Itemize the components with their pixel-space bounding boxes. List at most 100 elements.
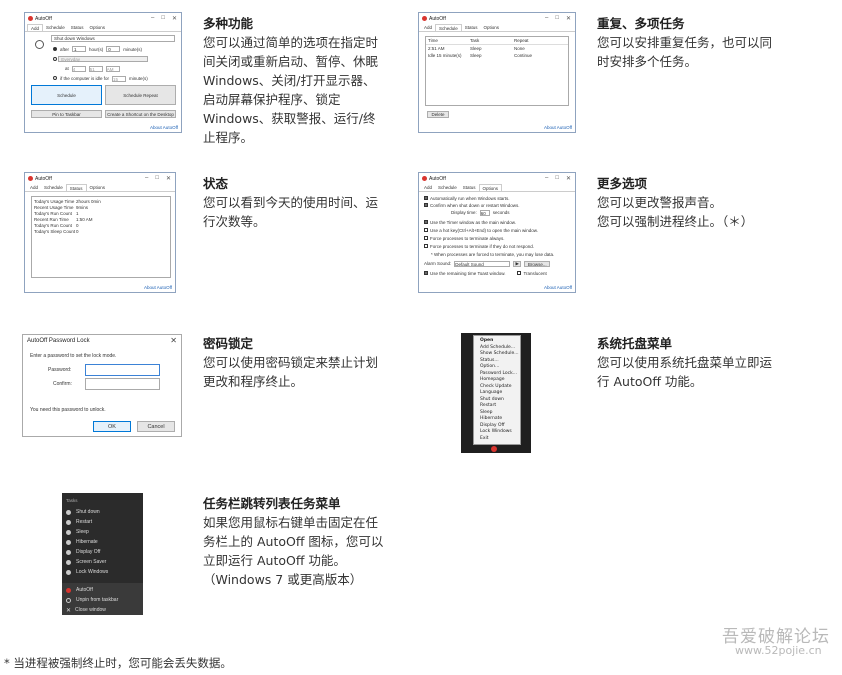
minute-input[interactable]: 0: [106, 46, 121, 52]
jumplist-item-autooff[interactable]: AutoOff: [62, 585, 143, 595]
tab-options[interactable]: Options: [87, 24, 109, 31]
password-input[interactable]: [85, 364, 160, 376]
table-row[interactable]: Idle 15 minute(s) Sleep Continue: [426, 52, 568, 59]
minimize-icon[interactable]: –: [145, 175, 148, 182]
password-label: Password:: [48, 367, 72, 373]
create-shortcut-button[interactable]: Create a Shortcut on the Desktop: [105, 110, 176, 118]
close-icon[interactable]: ✕: [166, 175, 171, 182]
at-minute-input[interactable]: 51: [88, 66, 103, 72]
tab-schedule[interactable]: Schedule: [435, 184, 460, 191]
jumplist-item-lock-windows[interactable]: Lock Windows: [62, 567, 143, 577]
everyday-select[interactable]: Everyday: [58, 56, 149, 62]
close-icon[interactable]: ✕: [170, 336, 177, 345]
radio-after[interactable]: [53, 47, 57, 51]
checkbox-icon[interactable]: [424, 228, 428, 232]
close-icon[interactable]: ✕: [566, 175, 571, 182]
option-item[interactable]: Confirm when shut down or restart Window…: [424, 203, 520, 208]
about-link[interactable]: About AutoOff: [544, 285, 572, 290]
checkbox-icon[interactable]: [424, 196, 428, 200]
tab-add[interactable]: Add: [27, 184, 41, 191]
confirm-input[interactable]: [85, 378, 160, 390]
pin-taskbar-button[interactable]: Pin to Taskbar: [31, 110, 102, 118]
tab-bar: Add Schedule Status Options: [419, 24, 575, 32]
display-time-input[interactable]: 60: [479, 210, 490, 216]
hour-input[interactable]: 1: [72, 46, 87, 52]
tab-schedule[interactable]: Schedule: [435, 24, 462, 31]
tab-add[interactable]: Add: [27, 24, 44, 31]
maximize-icon[interactable]: □: [161, 15, 165, 22]
about-link[interactable]: About AutoOff: [144, 285, 172, 290]
feature-desc-line: 您可以使用系统托盘菜单立即运: [597, 355, 773, 370]
browse-button[interactable]: Browse...: [524, 261, 551, 267]
menu-item-exit[interactable]: Exit: [474, 436, 520, 443]
alarm-sound-row: Alarm Sound: Default Sound ▶ Browse...: [424, 261, 551, 267]
action-select[interactable]: Shut down Windows: [51, 35, 175, 42]
close-icon[interactable]: ✕: [172, 15, 177, 22]
radio-at[interactable]: [53, 57, 57, 61]
schedule-header: Time Task Repeat: [426, 37, 568, 45]
tab-options[interactable]: Options: [87, 184, 109, 191]
schedule-button[interactable]: Schedule: [31, 85, 102, 105]
checkbox-icon[interactable]: [424, 203, 428, 207]
option-item[interactable]: Use the Timer window as the main window.: [424, 220, 516, 225]
feature-title: 密码锁定: [203, 336, 254, 351]
tab-schedule[interactable]: Schedule: [43, 24, 68, 31]
tab-options[interactable]: Options: [481, 24, 503, 31]
window-title: AutoOff: [429, 15, 446, 22]
jumplist-item-display-off[interactable]: Display Off: [62, 547, 143, 557]
ampm-select[interactable]: AM: [105, 66, 120, 72]
jumplist-item-unpin[interactable]: Unpin from taskbar: [62, 595, 143, 605]
jumplist-item-hibernate[interactable]: Hibernate: [62, 537, 143, 547]
option-item[interactable]: Force processes to terminate always.: [424, 236, 505, 241]
checkbox-icon[interactable]: [424, 236, 428, 240]
maximize-icon[interactable]: □: [155, 175, 159, 182]
tab-add[interactable]: Add: [421, 184, 435, 191]
about-link[interactable]: About AutoOff: [150, 125, 178, 130]
about-link[interactable]: About AutoOff: [544, 125, 572, 130]
option-item[interactable]: Force processes to terminate if they do …: [424, 244, 534, 249]
col-task: Task: [470, 38, 480, 43]
delete-button[interactable]: Delete: [427, 111, 449, 118]
jumplist-screenshot: Tasks Shut down Restart Sleep Hibernate …: [62, 493, 143, 615]
feature-title: 更多选项: [597, 176, 648, 191]
option-item[interactable]: Use a hot key(Ctrl+Alt+End) to open the …: [424, 228, 538, 233]
cancel-button[interactable]: Cancel: [137, 421, 175, 432]
jumplist-item-sleep[interactable]: Sleep: [62, 527, 143, 537]
minimize-icon[interactable]: –: [545, 15, 548, 22]
jumplist-item-close[interactable]: ✕ Close window: [62, 605, 143, 615]
schedule-list: Time Task Repeat 2:51 AM Sleep None Idle…: [425, 36, 569, 106]
ok-button[interactable]: OK: [93, 421, 131, 432]
close-icon[interactable]: ✕: [566, 15, 571, 22]
jumplist-item-restart[interactable]: Restart: [62, 517, 143, 527]
option-item[interactable]: Use the remaining time Toast window. Tran…: [424, 271, 547, 276]
sound-select[interactable]: Default Sound: [454, 261, 511, 267]
at-hour-input[interactable]: 4: [71, 66, 86, 72]
tab-options[interactable]: Options: [478, 184, 503, 191]
maximize-icon[interactable]: □: [555, 15, 559, 22]
table-row[interactable]: 2:51 AM Sleep None: [426, 45, 568, 52]
jumplist-item-screen-saver[interactable]: Screen Saver: [62, 557, 143, 567]
tab-status[interactable]: Status: [68, 24, 87, 31]
checkbox-icon[interactable]: [424, 220, 428, 224]
jumplist-label: AutoOff: [76, 587, 93, 593]
tab-status[interactable]: Status: [460, 184, 479, 191]
idle-input[interactable]: 15: [112, 76, 127, 82]
minimize-icon[interactable]: –: [545, 175, 548, 182]
tray-menu-screenshot: Open Add Schedule... Show Schedule... St…: [461, 333, 531, 453]
play-button[interactable]: ▶: [513, 261, 522, 267]
tab-status[interactable]: Status: [65, 184, 87, 191]
schedule-repeat-button[interactable]: Schedule Repeat: [105, 85, 176, 105]
checkbox-icon[interactable]: [424, 244, 428, 248]
checkbox-icon[interactable]: [517, 271, 522, 275]
minimize-icon[interactable]: –: [151, 15, 154, 22]
maximize-icon[interactable]: □: [555, 175, 559, 182]
tab-schedule[interactable]: Schedule: [41, 184, 66, 191]
radio-idle[interactable]: [53, 76, 57, 80]
feature-desc-line: 您可以看到今天的使用时间、运: [203, 195, 379, 210]
jumplist-item-shut-down[interactable]: Shut down: [62, 507, 143, 517]
tab-status[interactable]: Status: [462, 24, 481, 31]
checkbox-icon[interactable]: [424, 271, 428, 275]
tray-autooff-icon[interactable]: [491, 446, 497, 452]
option-item[interactable]: Automatically run when Windows starts.: [424, 196, 510, 201]
tab-add[interactable]: Add: [421, 24, 435, 31]
